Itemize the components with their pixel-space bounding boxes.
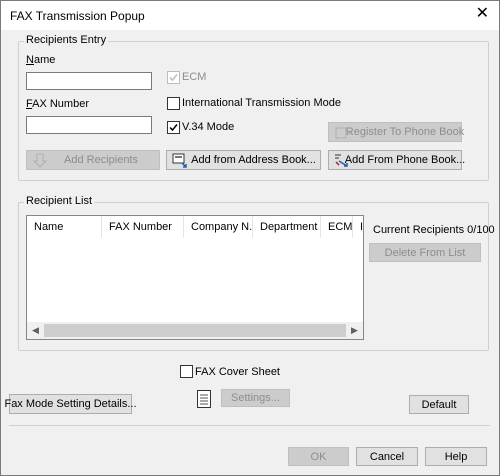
phone-book-icon bbox=[335, 127, 351, 139]
default-button[interactable]: Default bbox=[409, 395, 469, 414]
delete-from-list-button[interactable]: Delete From List bbox=[369, 243, 481, 262]
horizontal-scrollbar[interactable]: ◀ ▶ bbox=[27, 322, 363, 339]
v34-label: V.34 Mode bbox=[182, 121, 235, 133]
current-recipients-count: Current Recipients 0/100 bbox=[373, 224, 495, 236]
checkmark-icon bbox=[169, 124, 178, 132]
ecm-label: ECM bbox=[182, 71, 207, 83]
add-recipients-button[interactable]: Add Recipients bbox=[26, 150, 160, 170]
fax-cover-sheet-label: FAX Cover Sheet bbox=[195, 366, 280, 378]
phone-book-icon bbox=[335, 154, 348, 167]
fax-mode-setting-details-button[interactable]: Fax Mode Setting Details... bbox=[4, 394, 137, 414]
column-header-name[interactable]: Name bbox=[27, 216, 102, 238]
checkmark-icon bbox=[169, 74, 178, 82]
column-header-ecm[interactable]: ECM bbox=[321, 216, 353, 238]
name-input[interactable] bbox=[26, 72, 152, 90]
column-header-company[interactable]: Company N... bbox=[184, 216, 253, 238]
fax-number-label: FAX Number bbox=[26, 98, 89, 110]
help-button[interactable]: Help bbox=[425, 447, 487, 466]
scroll-right-icon[interactable]: ▶ bbox=[346, 324, 363, 337]
scroll-left-icon[interactable]: ◀ bbox=[27, 324, 44, 337]
title-bar: FAX Transmission Popup ✕ bbox=[1, 1, 499, 30]
column-header-department[interactable]: Department bbox=[253, 216, 321, 238]
fax-number-input[interactable] bbox=[26, 116, 152, 134]
footer-separator bbox=[9, 425, 490, 426]
register-phone-book-button[interactable]: Register To Phone Book bbox=[328, 122, 464, 142]
recipients-entry-label: Recipients Entry bbox=[24, 34, 109, 46]
ok-button[interactable]: OK bbox=[288, 447, 349, 466]
fax-cover-sheet-checkbox[interactable] bbox=[180, 365, 193, 378]
name-label: Name bbox=[26, 54, 56, 66]
add-from-phone-book-button[interactable]: Add From Phone Book... bbox=[328, 150, 465, 170]
ecm-checkbox[interactable] bbox=[167, 71, 180, 84]
scrollbar-thumb[interactable] bbox=[44, 324, 346, 337]
recipient-list-label: Recipient List bbox=[24, 195, 95, 207]
add-from-address-book-button[interactable]: Add from Address Book... bbox=[166, 150, 321, 170]
recipient-list-table[interactable]: Name FAX Number Company N... Department … bbox=[26, 215, 364, 340]
international-mode-checkbox[interactable] bbox=[167, 97, 180, 110]
cover-sheet-document-icon bbox=[197, 390, 211, 408]
cover-settings-button[interactable]: Settings... bbox=[221, 389, 290, 407]
international-mode-label: International Transmission Mode bbox=[182, 97, 341, 109]
column-header-fax-number[interactable]: FAX Number bbox=[102, 216, 184, 238]
close-icon[interactable]: ✕ bbox=[476, 6, 489, 22]
column-header-international[interactable]: In bbox=[353, 216, 363, 238]
address-book-icon bbox=[172, 153, 187, 168]
down-arrow-icon bbox=[32, 153, 48, 168]
window-title: FAX Transmission Popup bbox=[10, 9, 145, 23]
v34-checkbox[interactable] bbox=[167, 121, 180, 134]
cancel-button[interactable]: Cancel bbox=[356, 447, 418, 466]
